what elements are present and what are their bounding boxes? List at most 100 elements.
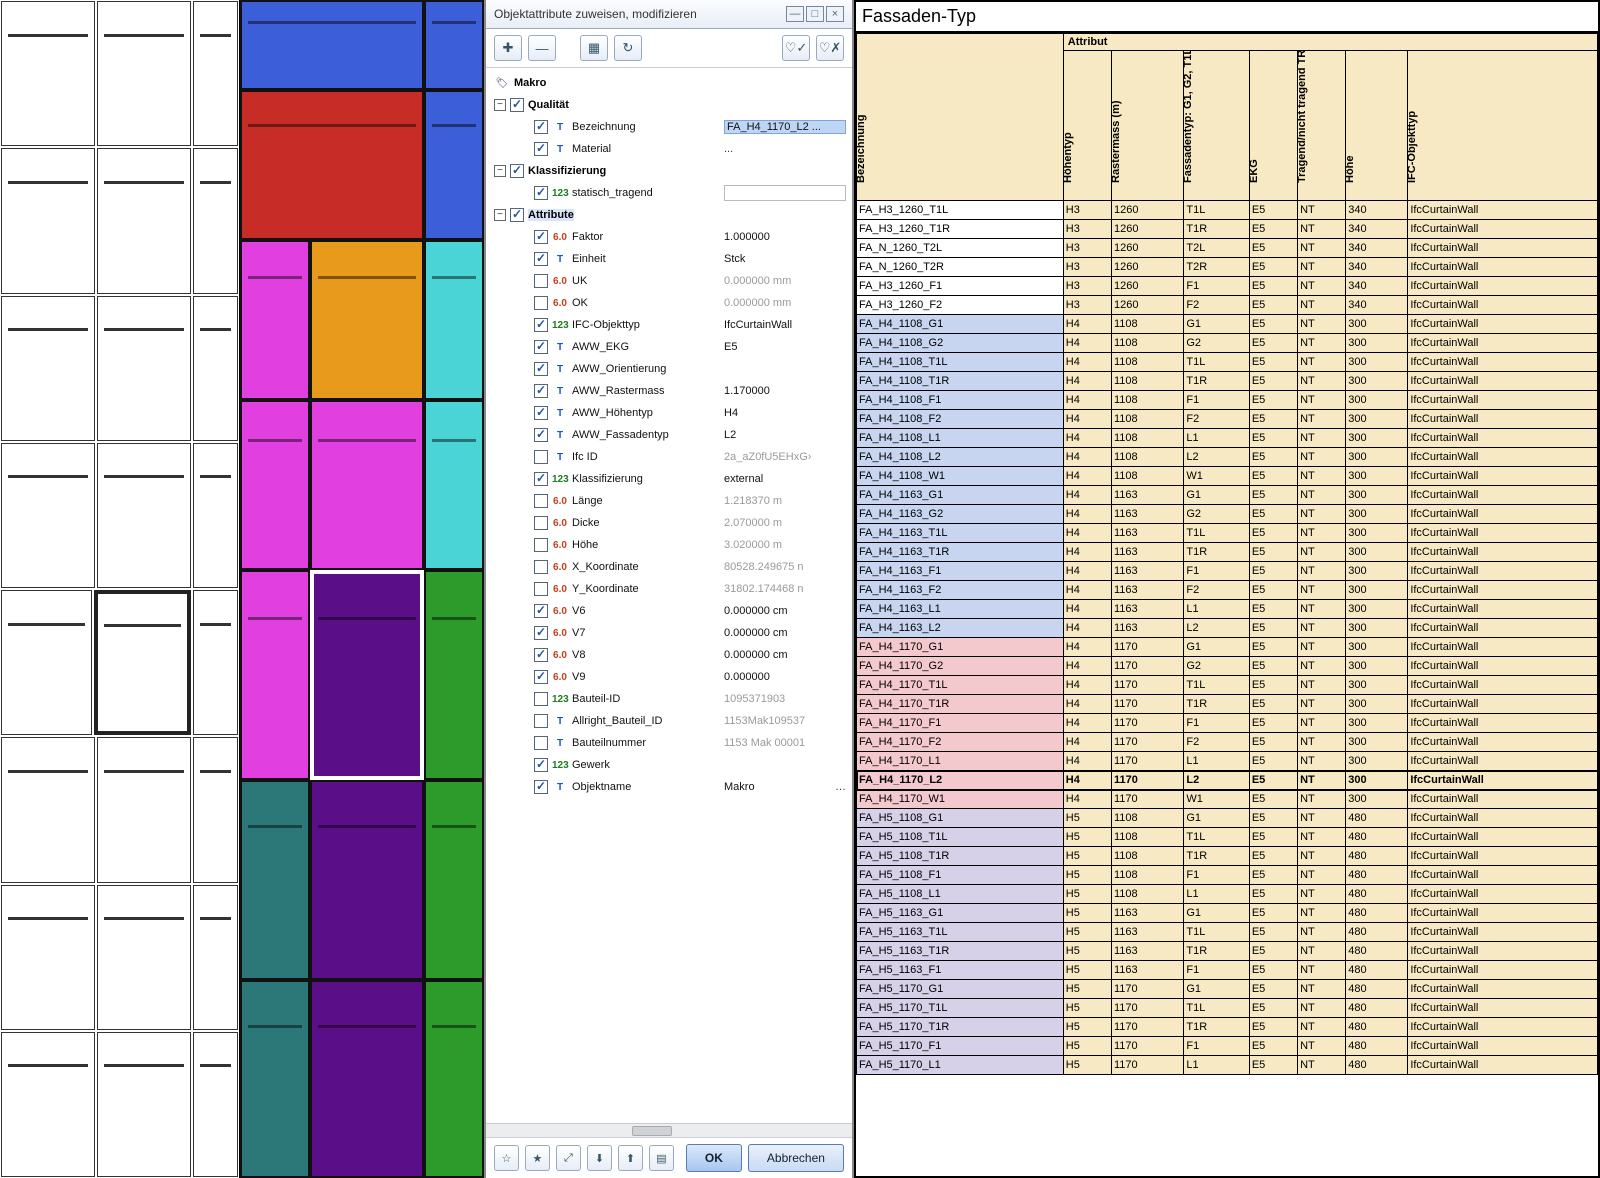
collapse-icon[interactable]: − <box>494 165 506 177</box>
table-row[interactable]: FA_H4_1108_T1LH41108T1LE5NT300IfcCurtain… <box>857 353 1598 372</box>
attr-value[interactable]: 80528.249675 n <box>724 561 846 573</box>
table-row[interactable]: FA_H4_1108_L2H41108L2E5NT300IfcCurtainWa… <box>857 448 1598 467</box>
checkbox[interactable] <box>534 494 548 508</box>
checkbox[interactable] <box>534 758 548 772</box>
attr-value[interactable]: 3.020000 m <box>724 539 846 551</box>
table-row[interactable]: FA_H4_1163_G1H41163G1E5NT300IfcCurtainWa… <box>857 486 1598 505</box>
checkbox[interactable] <box>534 538 548 552</box>
table-row[interactable]: FA_H4_1170_G1H41170G1E5NT300IfcCurtainWa… <box>857 638 1598 657</box>
attr-value[interactable]: external <box>724 473 846 485</box>
attr-value[interactable]: 0.000000 <box>724 671 846 683</box>
wireframe-viewport[interactable] <box>0 0 240 1178</box>
attr-value[interactable]: 2a_aZ0fU5EHxG› <box>724 451 846 463</box>
table-row[interactable]: FA_H4_1108_L1H41108L1E5NT300IfcCurtainWa… <box>857 429 1598 448</box>
table-row[interactable]: FA_H5_1108_T1LH51108T1LE5NT480IfcCurtain… <box>857 828 1598 847</box>
col-ifc[interactable]: IFC-Objekttyp <box>1408 51 1598 201</box>
collapse-icon[interactable]: − <box>494 209 506 221</box>
table-row[interactable]: FA_H5_1108_T1RH51108T1RE5NT480IfcCurtain… <box>857 847 1598 866</box>
col-hoehentyp[interactable]: Höhentyp <box>1063 51 1111 201</box>
table-row[interactable]: FA_N_1260_T2LH31260T2LE5NT340IfcCurtainW… <box>857 239 1598 258</box>
attr-value[interactable]: 1153 Mak 00001 <box>724 737 846 749</box>
attr-value[interactable]: Makro <box>724 781 831 793</box>
col-hoehe[interactable]: Höhe <box>1346 51 1408 201</box>
checkbox[interactable] <box>534 648 548 662</box>
checkbox[interactable] <box>534 362 548 376</box>
table-row[interactable]: FA_H5_1163_T1LH51163T1LE5NT480IfcCurtain… <box>857 923 1598 942</box>
attr-value[interactable]: FA_H4_1170_L2 ... <box>724 120 846 134</box>
table-row[interactable]: FA_H4_1108_G2H41108G2E5NT300IfcCurtainWa… <box>857 334 1598 353</box>
checkbox[interactable] <box>534 230 548 244</box>
table-row[interactable]: FA_H5_1170_L1H51170L1E5NT480IfcCurtainWa… <box>857 1056 1598 1075</box>
checkbox[interactable] <box>510 208 524 222</box>
col-ekg[interactable]: EKG <box>1249 51 1297 201</box>
checkbox[interactable] <box>534 142 548 156</box>
minimize-icon[interactable]: — <box>786 6 804 22</box>
table-row[interactable]: FA_H4_1163_F2H41163F2E5NT300IfcCurtainWa… <box>857 581 1598 600</box>
cancel-button[interactable]: Abbrechen <box>748 1144 844 1172</box>
import-button[interactable]: ⬇ <box>587 1145 612 1171</box>
attr-value[interactable]: Stck <box>724 253 846 265</box>
table-row[interactable]: FA_H4_1170_L1H41170L1E5NT300IfcCurtainWa… <box>857 752 1598 771</box>
selected-panel-wire[interactable] <box>94 590 191 735</box>
table-row[interactable]: FA_H4_1108_T1RH41108T1RE5NT300IfcCurtain… <box>857 372 1598 391</box>
ellipsis-icon[interactable]: … <box>835 781 846 793</box>
maximize-icon[interactable]: □ <box>806 6 824 22</box>
table-row[interactable]: FA_N_1260_T2RH31260T2RE5NT340IfcCurtainW… <box>857 258 1598 277</box>
table-row[interactable]: FA_H4_1163_G2H41163G2E5NT300IfcCurtainWa… <box>857 505 1598 524</box>
load-fav-button[interactable]: ☆ <box>494 1145 519 1171</box>
attr-value[interactable]: 2.070000 m <box>724 517 846 529</box>
remove-button[interactable]: — <box>528 35 556 61</box>
attr-value[interactable]: 0.000000 mm <box>724 297 846 309</box>
checkbox[interactable] <box>534 736 548 750</box>
table-row[interactable]: FA_H3_1260_T1LH31260T1LE5NT340IfcCurtain… <box>857 201 1598 220</box>
col-fassadentyp[interactable]: Fassadentyp: G1, G2, T1L, T1R, F1, F2, W… <box>1184 51 1249 201</box>
checkbox[interactable] <box>534 406 548 420</box>
table-row[interactable]: FA_H3_1260_F1H31260F1E5NT340IfcCurtainWa… <box>857 277 1598 296</box>
table-row[interactable]: FA_H4_1170_F2H41170F2E5NT300IfcCurtainWa… <box>857 733 1598 752</box>
group-attribute[interactable]: Attribute <box>528 209 574 221</box>
table-row[interactable]: FA_H4_1170_T1LH41170T1LE5NT300IfcCurtain… <box>857 676 1598 695</box>
table-row[interactable]: FA_H5_1170_T1LH51170T1LE5NT480IfcCurtain… <box>857 999 1598 1018</box>
bool-value[interactable] <box>724 185 846 201</box>
color-viewport[interactable] <box>240 0 484 1178</box>
attr-value[interactable]: 0.000000 mm <box>724 275 846 287</box>
checkbox[interactable] <box>534 428 548 442</box>
table-row[interactable]: FA_H3_1260_F2H31260F2E5NT340IfcCurtainWa… <box>857 296 1598 315</box>
h-scrollbar[interactable] <box>486 1123 852 1137</box>
checkbox[interactable] <box>534 318 548 332</box>
checkbox[interactable] <box>534 714 548 728</box>
checkbox[interactable] <box>534 560 548 574</box>
attr-value[interactable]: 1153Mak109537 <box>724 715 846 727</box>
table-row[interactable]: FA_H4_1163_L1H41163L1E5NT300IfcCurtainWa… <box>857 600 1598 619</box>
table-row[interactable]: FA_H4_1170_W1H41170W1E5NT300IfcCurtainWa… <box>857 790 1598 809</box>
table-row[interactable]: FA_H4_1170_F1H41170F1E5NT300IfcCurtainWa… <box>857 714 1598 733</box>
table-row[interactable]: FA_H4_1108_W1H41108W1E5NT300IfcCurtainWa… <box>857 467 1598 486</box>
table-row[interactable]: FA_H5_1170_G1H51170G1E5NT480IfcCurtainWa… <box>857 980 1598 999</box>
attr-value[interactable]: IfcCurtainWall <box>724 319 846 331</box>
attr-value[interactable]: 1095371903 <box>724 693 846 705</box>
table-row[interactable]: FA_H4_1170_L2H41170L2E5NT300IfcCurtainWa… <box>857 771 1598 790</box>
table-row[interactable]: FA_H5_1108_L1H51108L1E5NT480IfcCurtainWa… <box>857 885 1598 904</box>
checkbox[interactable] <box>534 340 548 354</box>
table-row[interactable]: FA_H4_1108_F1H41108F1E5NT300IfcCurtainWa… <box>857 391 1598 410</box>
attr-value[interactable]: L2 <box>724 429 846 441</box>
col-tragend[interactable]: Tragend/nicht tragend TR / NT <box>1298 51 1346 201</box>
layout-button[interactable]: ▦ <box>580 35 608 61</box>
filter-button[interactable]: ▤ <box>649 1145 674 1171</box>
dialog-titlebar[interactable]: Objektattribute zuweisen, modifizieren —… <box>486 0 852 29</box>
table-row[interactable]: FA_H4_1108_G1H41108G1E5NT300IfcCurtainWa… <box>857 315 1598 334</box>
attr-value[interactable]: ... <box>724 143 846 155</box>
checkbox[interactable] <box>510 98 524 112</box>
attr-value[interactable]: 1.000000 <box>724 231 846 243</box>
attr-value[interactable]: 1.170000 <box>724 385 846 397</box>
close-icon[interactable]: × <box>826 6 844 22</box>
checkbox[interactable] <box>534 692 548 706</box>
table-row[interactable]: FA_H4_1163_T1RH41163T1RE5NT300IfcCurtain… <box>857 543 1598 562</box>
checkbox[interactable] <box>534 472 548 486</box>
table-row[interactable]: FA_H4_1108_F2H41108F2E5NT300IfcCurtainWa… <box>857 410 1598 429</box>
collapse-icon[interactable]: − <box>494 99 506 111</box>
checkbox[interactable] <box>534 604 548 618</box>
attr-value[interactable]: 31802.174468 n <box>724 583 846 595</box>
refresh-button[interactable]: ↻ <box>614 35 642 61</box>
table-row[interactable]: FA_H4_1163_F1H41163F1E5NT300IfcCurtainWa… <box>857 562 1598 581</box>
